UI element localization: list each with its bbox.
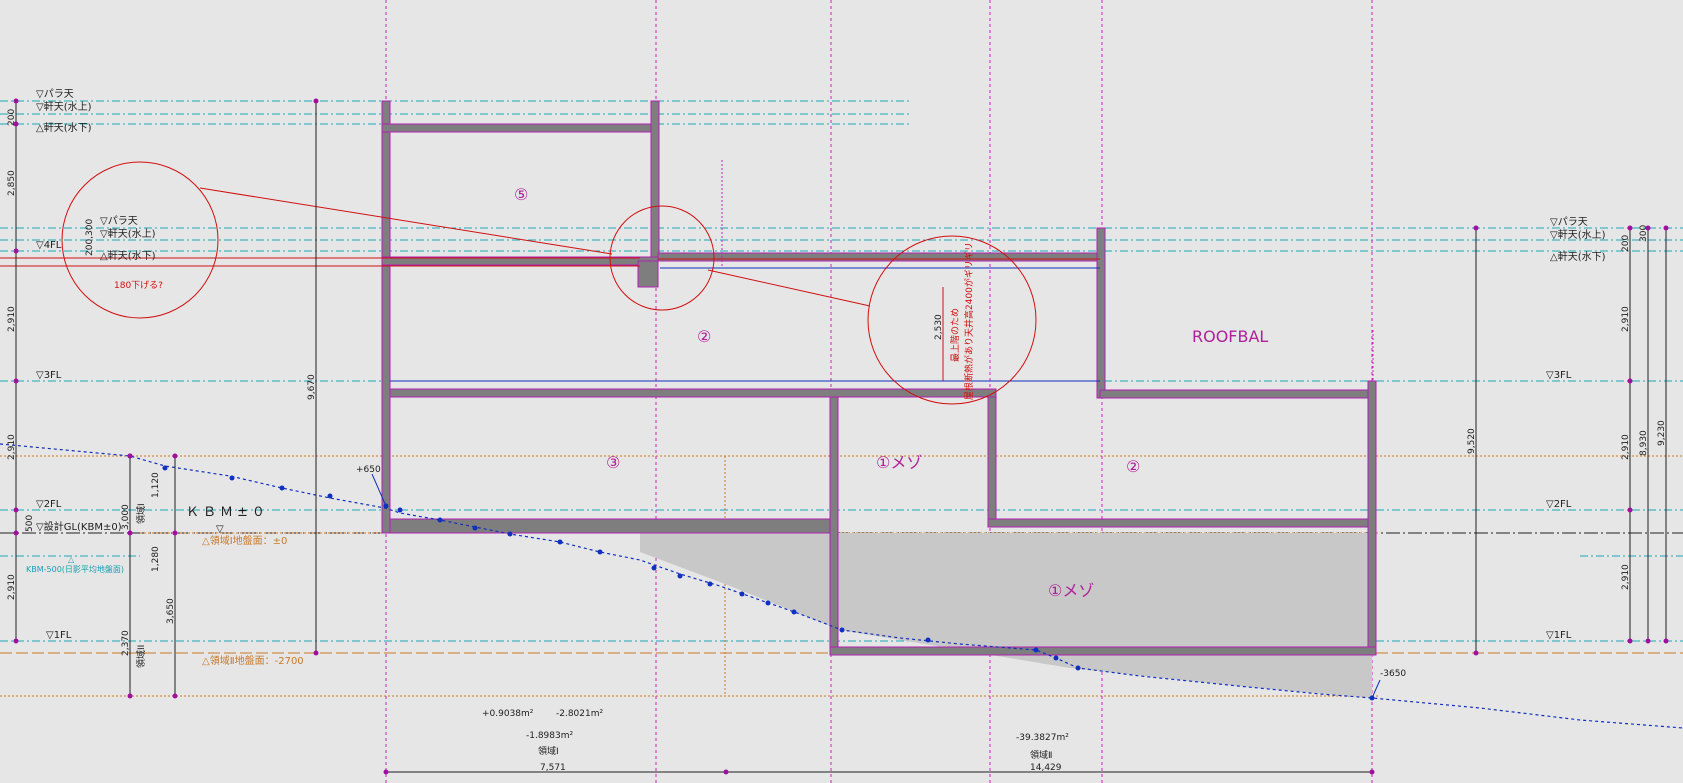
callout-eave-down: △軒天(水下) bbox=[100, 250, 156, 262]
dimension-ticks bbox=[13, 98, 1669, 775]
right-dim-8930: 8,930 bbox=[1639, 430, 1649, 456]
right-dim-2910-b: 2,910 bbox=[1621, 434, 1631, 460]
dim-1280: 1,280 bbox=[151, 546, 161, 572]
room-2-top: ② bbox=[697, 327, 711, 346]
zone2-ground: △領域Ⅱ地盤面：-2700 bbox=[202, 654, 304, 667]
blue-lines bbox=[390, 267, 1100, 382]
callout-eave-up: ▽軒天(水上) bbox=[100, 228, 156, 240]
dim-2850: 2,850 bbox=[7, 170, 17, 196]
level-label-3fl: ▽3FL bbox=[36, 370, 62, 381]
room-1-low: ①メゾ bbox=[1048, 581, 1094, 600]
area-a4: -39.3827m² bbox=[1016, 733, 1069, 743]
dim-2370: 2,370 bbox=[121, 630, 131, 656]
kbm-marker: ▽ bbox=[216, 524, 224, 535]
callout-note: 180下げる? bbox=[114, 280, 163, 291]
level-label-1fl: ▽1FL bbox=[46, 630, 72, 641]
area-a2: -2.8021m² bbox=[556, 709, 604, 719]
right-level-1fl: ▽1FL bbox=[1546, 630, 1572, 641]
room-1-mid: ①メゾ bbox=[876, 453, 922, 472]
excavation-shade bbox=[640, 533, 1372, 698]
dim-500: 500 bbox=[25, 515, 35, 532]
zone2-width: 14,429 bbox=[1030, 763, 1062, 773]
level-label-2fl: ▽2FL bbox=[36, 499, 62, 510]
kbm-avg-label: KBM-500(日影平均地盤面) bbox=[26, 564, 124, 574]
callout-dim: 200,300 bbox=[85, 219, 95, 256]
mark-minus3650: -3650 bbox=[1380, 669, 1406, 679]
kbm-avg-marker: △ bbox=[68, 555, 75, 564]
mark-plus650: +650 bbox=[356, 465, 381, 475]
note-line1: 最上階のため bbox=[950, 308, 961, 362]
level-label-design-gl: ▽設計GL(KBM±0) bbox=[36, 520, 122, 533]
right-dim-9230: 9,230 bbox=[1657, 420, 1667, 446]
dim-2910-a: 2,910 bbox=[7, 306, 17, 332]
room-2-right: ② bbox=[1126, 457, 1140, 476]
right-dim-2910-c: 2,910 bbox=[1621, 564, 1631, 590]
right-level-para: ▽パラ天 bbox=[1550, 216, 1588, 228]
room-roofbal: ROOFBAL bbox=[1192, 327, 1268, 346]
dim-2910-c: 2,910 bbox=[7, 574, 17, 600]
callout-para: ▽パラ天 bbox=[100, 215, 138, 227]
dim-zone1-v: 領域I bbox=[135, 503, 147, 524]
right-level-eave-down: △軒天(水下) bbox=[1550, 251, 1606, 263]
zone1-ground: △領域Ⅰ地盤面：±0 bbox=[202, 534, 287, 547]
zone2-label: 領域Ⅱ bbox=[1030, 749, 1052, 761]
area-a3: -1.8983m² bbox=[526, 731, 574, 741]
right-dim-200: 200 bbox=[1621, 235, 1631, 252]
dim-2910-b: 2,910 bbox=[7, 434, 17, 460]
dim-1120: 1,120 bbox=[151, 472, 161, 498]
level-label-eave-up: ▽軒天(水上) bbox=[36, 101, 92, 113]
dim-3000: 3,000 bbox=[121, 504, 131, 530]
zone1-label: 領域Ⅰ bbox=[538, 745, 559, 757]
room-5: ⑤ bbox=[514, 185, 528, 204]
area-a1: +0.9038m² bbox=[482, 709, 534, 719]
right-dim-9520: 9,520 bbox=[1467, 428, 1477, 454]
dim-zone2-v: 領域II bbox=[135, 645, 147, 668]
dim-3650: 3,650 bbox=[166, 598, 176, 624]
dim-200: 200 bbox=[7, 109, 17, 126]
callout-circles bbox=[61, 161, 1037, 405]
right-level-eave-up: ▽軒天(水上) bbox=[1550, 229, 1606, 241]
dimension-lines-left bbox=[15, 101, 1667, 773]
level-label-4fl: ▽4FL bbox=[36, 240, 62, 251]
hatch-markers bbox=[721, 160, 1374, 381]
section-drawing: ▽パラ天 ▽軒天(水上) △軒天(水下) ▽4FL ▽3FL ▽2FL ▽設計G… bbox=[0, 0, 1683, 783]
right-dim-2910-a: 2,910 bbox=[1621, 306, 1631, 332]
level-label-para: ▽パラ天 bbox=[36, 88, 74, 100]
note-dim-2530: 2,530 bbox=[934, 314, 944, 340]
right-dim-300: 300 bbox=[1639, 225, 1649, 242]
room-3: ③ bbox=[606, 453, 620, 472]
right-level-2fl: ▽2FL bbox=[1546, 499, 1572, 510]
note-line2: 屋根断熱があり天井高2400がギリギリ bbox=[963, 242, 975, 400]
right-level-3fl: ▽3FL bbox=[1546, 370, 1572, 381]
level-label-eave-down: △軒天(水下) bbox=[36, 122, 92, 134]
dim-total-9670: 9,670 bbox=[307, 374, 317, 400]
kbm-label: ＫＢＭ±０ bbox=[186, 505, 269, 520]
red-lines bbox=[0, 187, 1100, 381]
zone1-width: 7,571 bbox=[540, 763, 566, 773]
